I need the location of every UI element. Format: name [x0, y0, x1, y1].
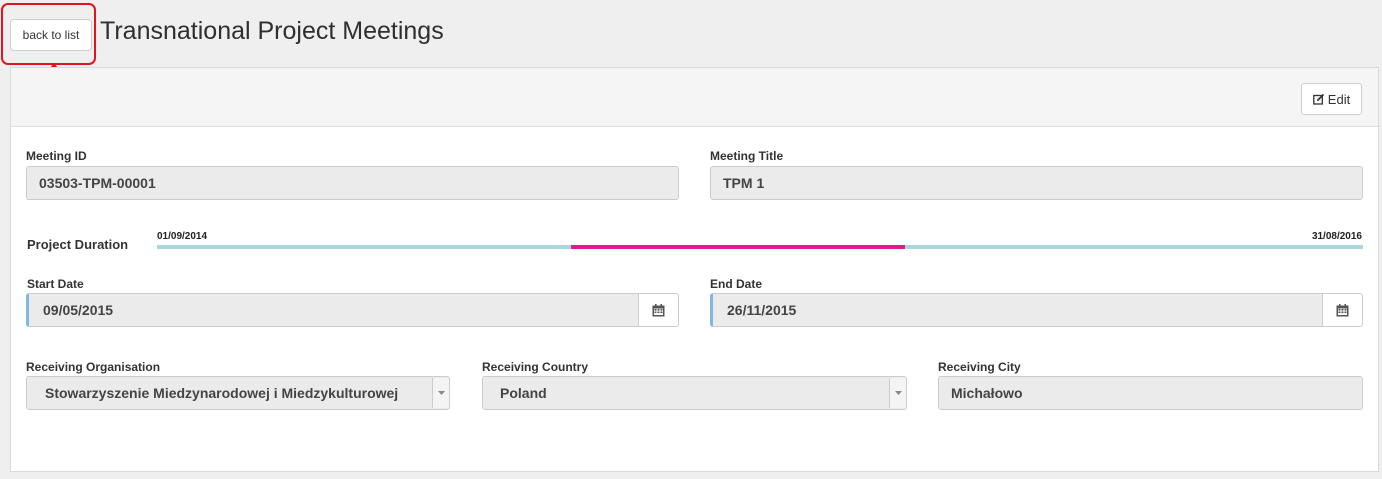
end-date-label: End Date: [710, 277, 763, 291]
caret-down-icon: [894, 391, 902, 395]
start-date-picker-button[interactable]: [638, 294, 678, 326]
edit-icon: [1312, 93, 1324, 105]
organisation-dropdown-toggle[interactable]: [432, 378, 449, 408]
receiving-city-value: Michałowo: [951, 385, 1023, 401]
receiving-organisation-value: Stowarzyszenie Miedzynarodowej i Miedzyk…: [45, 385, 399, 401]
receiving-country-label: Receiving Country: [482, 360, 589, 374]
panel-header: Edit: [11, 68, 1378, 127]
page-title: Transnational Project Meetings: [100, 17, 444, 45]
receiving-country-value: Poland: [500, 385, 547, 401]
end-date-picker-button[interactable]: [1322, 294, 1362, 326]
meeting-title-label: Meeting Title: [710, 149, 784, 163]
caret-down-icon: [437, 391, 445, 395]
meeting-id-value: 03503-TPM-00001: [39, 175, 156, 191]
country-dropdown-toggle[interactable]: [889, 378, 906, 408]
end-date-value: 26/11/2015: [727, 302, 797, 318]
receiving-country-select[interactable]: Poland: [482, 376, 907, 410]
project-duration-timeline: [157, 245, 1363, 249]
receiving-city-field[interactable]: Michałowo: [938, 376, 1363, 410]
meeting-details-panel: Edit Meeting ID 03503-TPM-00001 Meeting …: [10, 67, 1379, 472]
start-date-value: 09/05/2015: [43, 302, 114, 318]
meeting-period-bar: [570, 245, 905, 249]
calendar-icon: [652, 303, 665, 316]
meeting-id-label: Meeting ID: [26, 149, 87, 163]
edit-label: Edit: [1327, 91, 1351, 107]
highlight-annotation: [1, 3, 96, 65]
start-date-label: Start Date: [27, 277, 84, 291]
meeting-title-value: TPM 1: [723, 175, 765, 191]
project-duration-label: Project Duration: [27, 237, 129, 252]
meeting-title-field[interactable]: TPM 1: [710, 166, 1363, 200]
receiving-city-label: Receiving City: [938, 360, 1021, 374]
meeting-id-field[interactable]: 03503-TPM-00001: [26, 166, 679, 200]
duration-start-date: 01/09/2014: [157, 231, 208, 242]
end-date-field[interactable]: 26/11/2015: [710, 293, 1363, 327]
duration-end-date: 31/08/2016: [1311, 231, 1362, 242]
edit-button[interactable]: Edit: [1301, 83, 1362, 115]
calendar-icon: [1336, 303, 1349, 316]
receiving-organisation-label: Receiving Organisation: [26, 360, 161, 374]
receiving-organisation-select[interactable]: Stowarzyszenie Miedzynarodowej i Miedzyk…: [26, 376, 450, 410]
start-date-field[interactable]: 09/05/2015: [26, 293, 679, 327]
